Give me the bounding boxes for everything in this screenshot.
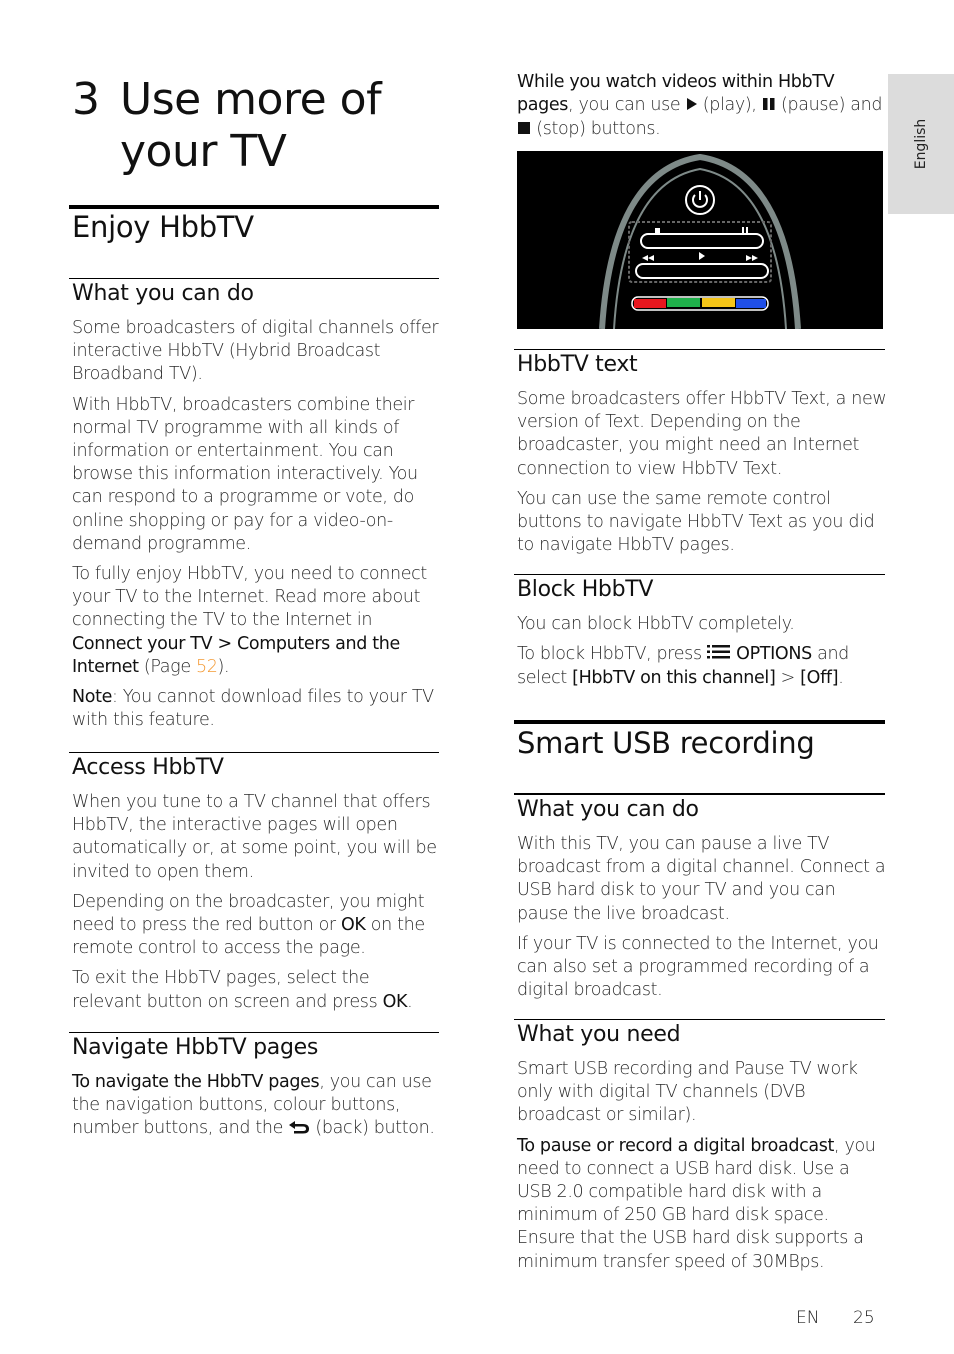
note-label: Note bbox=[72, 687, 113, 708]
page-link[interactable]: 52 bbox=[196, 657, 218, 677]
options-key: OPTIONS bbox=[736, 644, 812, 665]
subsection-rule bbox=[69, 278, 439, 279]
subsection-rule bbox=[514, 574, 885, 575]
ok-key: OK bbox=[341, 915, 366, 936]
access-hbbtv-body: When you tune to a TV channel that offer… bbox=[72, 791, 440, 1014]
text: . bbox=[407, 991, 413, 1012]
text: (Page bbox=[138, 656, 196, 677]
back-icon bbox=[288, 1118, 310, 1141]
fast-forward-icon bbox=[746, 255, 758, 261]
bold-lead: To pause or record a digital broadcast bbox=[517, 1135, 835, 1156]
subsection-rule bbox=[514, 793, 885, 795]
subsection-heading-what-you-can-do: What you can do bbox=[517, 797, 699, 822]
usb-what-you-can-do-body: With this TV, you can pause a live TV br… bbox=[517, 833, 887, 1002]
section-rule bbox=[69, 205, 439, 209]
language-tab: English bbox=[888, 74, 954, 214]
pause-icon bbox=[742, 227, 744, 233]
paragraph: You can block HbbTV completely. bbox=[517, 614, 795, 634]
text: ). bbox=[217, 656, 230, 677]
section-heading-smart-usb-recording: Smart USB recording bbox=[517, 726, 815, 760]
green-button bbox=[667, 298, 700, 307]
paragraph: If your TV is connected to the Internet,… bbox=[517, 933, 879, 1001]
paragraph: Smart USB recording and Pause TV work on… bbox=[517, 1059, 858, 1126]
paragraph: When you tune to a TV channel that offer… bbox=[72, 792, 437, 882]
paragraph: Some broadcasters offer HbbTV Text, a ne… bbox=[517, 389, 887, 479]
menu-item: [HbbTV on this channel] bbox=[572, 668, 776, 689]
rewind-icon bbox=[642, 255, 654, 261]
section-heading-enjoy-hbbtv: Enjoy HbbTV bbox=[72, 210, 254, 244]
text: > bbox=[775, 668, 801, 689]
subsection-heading-access-hbbtv: Access HbbTV bbox=[72, 755, 224, 780]
paragraph: You can use the same remote control butt… bbox=[517, 488, 875, 556]
subsection-heading-what-you-need: What you need bbox=[517, 1022, 681, 1047]
block-hbbtv-body: You can block HbbTV completely. To block… bbox=[517, 613, 887, 691]
play-icon bbox=[699, 252, 705, 260]
paragraph: Depending on the broadcaster, you might … bbox=[72, 891, 440, 961]
text: , you need to connect a USB hard disk. U… bbox=[517, 1135, 876, 1272]
paragraph: To navigate the HbbTV pages, you can use… bbox=[72, 1071, 440, 1142]
text: (stop) buttons. bbox=[536, 119, 661, 140]
subsection-rule bbox=[514, 1019, 885, 1020]
stop-icon bbox=[517, 119, 531, 142]
subsection-heading-hbbtv-text: HbbTV text bbox=[517, 352, 638, 377]
paragraph: Some broadcasters of digital channels of… bbox=[72, 318, 439, 385]
chapter-number: 3 bbox=[72, 74, 100, 125]
blue-button bbox=[736, 299, 766, 308]
text: , you can use bbox=[568, 95, 686, 116]
text: To fully enjoy HbbTV, you need to connec… bbox=[72, 564, 427, 631]
section-rule bbox=[514, 720, 885, 724]
hbbtv-text-body: Some broadcasters offer HbbTV Text, a ne… bbox=[517, 388, 887, 557]
red-button bbox=[634, 299, 666, 308]
paragraph: To exit the HbbTV pages, select the rele… bbox=[72, 967, 440, 1013]
subsection-rule bbox=[69, 1032, 439, 1033]
chapter-title: Use more of your TV bbox=[120, 74, 382, 177]
usb-what-you-need-body: Smart USB recording and Pause TV work on… bbox=[517, 1058, 887, 1274]
page-number: 25 bbox=[853, 1308, 875, 1328]
note-text: : You cannot download files to your TV w… bbox=[72, 687, 434, 731]
ok-key: OK bbox=[382, 991, 408, 1012]
text: To block HbbTV, press bbox=[517, 644, 707, 665]
footer-language: EN bbox=[796, 1308, 820, 1328]
paragraph: With HbbTV, broadcasters combine their n… bbox=[72, 394, 418, 554]
bold-lead: To navigate the HbbTV pages bbox=[72, 1072, 320, 1092]
pause-icon bbox=[762, 95, 776, 118]
what-you-can-do-body: Some broadcasters of digital channels of… bbox=[72, 317, 440, 732]
paragraph: To block HbbTV, press OPTIONS and select… bbox=[517, 643, 887, 690]
stop-icon bbox=[655, 228, 660, 233]
paragraph: To fully enjoy HbbTV, you need to connec… bbox=[72, 563, 440, 679]
options-icon bbox=[706, 644, 731, 667]
text: (back) button. bbox=[310, 1118, 435, 1139]
power-icon bbox=[685, 185, 715, 215]
video-controls-intro: While you watch videos within HbbTV page… bbox=[517, 71, 887, 143]
subsection-heading-what-you-can-do: What you can do bbox=[72, 281, 254, 306]
text: (pause) and bbox=[781, 95, 883, 116]
paragraph: While you watch videos within HbbTV page… bbox=[517, 71, 887, 143]
paragraph: To pause or record a digital broadcast, … bbox=[517, 1135, 887, 1274]
navigate-hbbtv-body: To navigate the HbbTV pages, you can use… bbox=[72, 1071, 440, 1142]
remote-control-image bbox=[517, 151, 883, 330]
subsection-rule bbox=[514, 349, 885, 350]
play-icon bbox=[686, 95, 698, 118]
yellow-button bbox=[702, 298, 735, 307]
language-tab-label: English bbox=[913, 118, 929, 170]
menu-path: Connect your TV > Computers and the Inte… bbox=[72, 633, 400, 677]
menu-item: [Off] bbox=[800, 668, 839, 689]
subsection-heading-navigate-hbbtv-pages: Navigate HbbTV pages bbox=[72, 1035, 319, 1060]
text: (play), bbox=[702, 95, 757, 116]
paragraph: With this TV, you can pause a live TV br… bbox=[517, 834, 886, 924]
note-paragraph: Note: You cannot download files to your … bbox=[72, 686, 440, 732]
subsection-rule bbox=[69, 752, 439, 753]
text: To exit the HbbTV pages, select the rele… bbox=[72, 968, 383, 1012]
text: . bbox=[838, 668, 844, 689]
subsection-heading-block-hbbtv: Block HbbTV bbox=[517, 577, 654, 602]
